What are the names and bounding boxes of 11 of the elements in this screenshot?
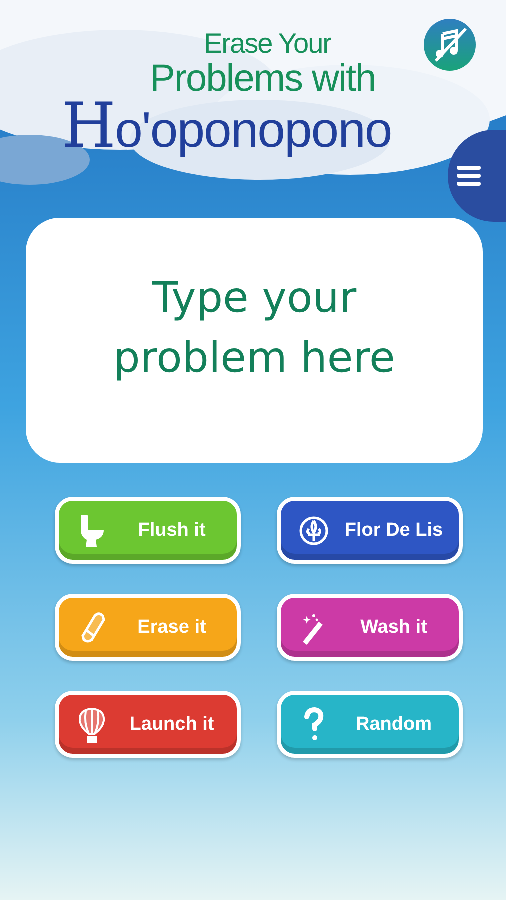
action-button[interactable]: Random <box>277 691 463 758</box>
logo-text: Ho'oponopono <box>62 98 392 158</box>
action-button[interactable]: Wash it <box>277 594 463 661</box>
problem-field[interactable]: Type your problem here <box>26 218 483 463</box>
logo-text: Problems with <box>150 60 376 98</box>
music-off-icon[interactable] <box>424 19 476 71</box>
logo-text: Erase Your <box>204 28 331 60</box>
hot-air-balloon-icon <box>77 706 107 742</box>
action-button[interactable]: Launch it <box>55 691 241 758</box>
menu-icon <box>457 166 481 186</box>
action-button[interactable]: Flor De Lis <box>277 497 463 564</box>
